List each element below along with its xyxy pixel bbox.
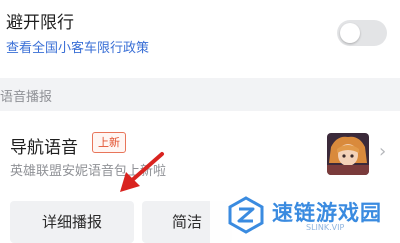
red-pointer-arrow-icon: [120, 152, 164, 192]
detailed-broadcast-button[interactable]: 详细播报: [10, 201, 134, 243]
watermark-subtext: SLINK.VIP: [306, 223, 345, 232]
watermark-logo-icon: [228, 196, 264, 234]
navigation-voice-title[interactable]: 导航语音: [10, 133, 78, 158]
section-header-voice-broadcast: 语音播报: [0, 90, 53, 105]
route-restriction-card: 避开限行 查看全国小客车限行政策: [0, 0, 400, 78]
voice-pack-avatar[interactable]: [327, 133, 369, 175]
avoid-restriction-toggle[interactable]: [337, 20, 387, 46]
chevron-right-icon[interactable]: ›: [379, 141, 386, 162]
restriction-policy-link[interactable]: 查看全国小客车限行政策: [6, 37, 149, 56]
watermark: 速链游戏园 SLINK.VIP: [210, 189, 400, 243]
avoid-restriction-label: 避开限行: [6, 13, 74, 33]
toggle-knob: [340, 23, 360, 43]
